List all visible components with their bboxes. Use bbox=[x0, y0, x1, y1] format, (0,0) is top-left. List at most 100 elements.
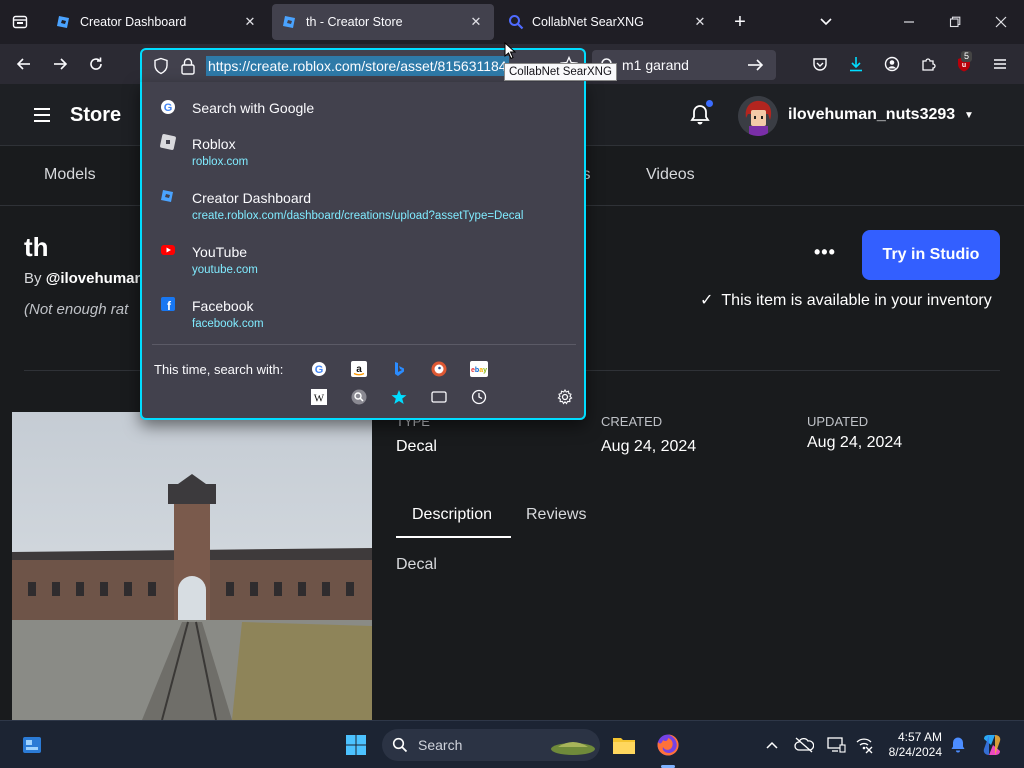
avatar[interactable] bbox=[738, 96, 778, 136]
suggestion-title: Roblox bbox=[192, 136, 236, 152]
show-hidden-icons-chevron-icon[interactable] bbox=[758, 731, 786, 759]
suggestion-roblox[interactable]: Roblox roblox.com bbox=[142, 132, 584, 176]
suggestion-search-google[interactable]: G Search with Google bbox=[142, 96, 584, 120]
suggestion-url: youtube.com bbox=[192, 264, 258, 276]
close-window-icon[interactable] bbox=[978, 0, 1024, 44]
asset-rating: (Not enough rat bbox=[24, 301, 129, 318]
more-options-icon[interactable]: ••• bbox=[814, 242, 836, 263]
roblox-studio-icon bbox=[57, 16, 69, 28]
list-all-tabs-icon[interactable] bbox=[814, 10, 838, 34]
page-title[interactable]: Store bbox=[70, 104, 121, 127]
account-icon[interactable] bbox=[878, 50, 906, 78]
suggestion-title: YouTube bbox=[192, 244, 248, 260]
checkmark-icon: ✓ bbox=[700, 292, 714, 309]
firefox-view-icon[interactable] bbox=[6, 8, 34, 36]
copilot-icon[interactable] bbox=[978, 731, 1006, 759]
close-tab-icon[interactable]: ✕ bbox=[692, 14, 708, 30]
inventory-note: ✓ This item is available in your inventor… bbox=[700, 290, 992, 310]
roblox-studio-icon bbox=[283, 16, 295, 28]
store-menu-icon[interactable] bbox=[34, 108, 50, 122]
taskbar-search-placeholder: Search bbox=[418, 737, 463, 753]
search-settings-gear-icon[interactable] bbox=[556, 388, 574, 406]
engine-ebay-icon[interactable]: ebay bbox=[470, 360, 488, 378]
lock-icon[interactable] bbox=[180, 57, 196, 75]
back-icon[interactable] bbox=[10, 50, 38, 78]
mouse-cursor-icon bbox=[504, 42, 516, 60]
created-value: Aug 24, 2024 bbox=[601, 438, 697, 455]
engine-bing-icon[interactable] bbox=[390, 360, 408, 378]
engine-history-icon[interactable] bbox=[470, 388, 488, 406]
restore-icon[interactable] bbox=[932, 0, 978, 44]
notification-bell-icon[interactable] bbox=[944, 731, 972, 759]
start-windows-icon[interactable] bbox=[342, 731, 370, 759]
type-value: Decal bbox=[396, 438, 437, 455]
creator-link[interactable]: @ilovehuman bbox=[46, 270, 144, 287]
searxng-icon bbox=[509, 15, 524, 30]
category-videos[interactable]: Videos bbox=[646, 166, 695, 184]
display-icon[interactable] bbox=[822, 731, 850, 759]
tab-searxng[interactable]: CollabNet SearXNG ✕ bbox=[498, 4, 718, 40]
close-tab-icon[interactable]: ✕ bbox=[242, 14, 258, 30]
extensions-icon[interactable] bbox=[914, 50, 942, 78]
asset-creator: By @ilovehuman bbox=[24, 270, 144, 287]
asset-thumbnail[interactable] bbox=[12, 412, 372, 720]
asset-title: th bbox=[24, 232, 49, 262]
google-icon: G bbox=[161, 100, 175, 114]
search-icon bbox=[392, 737, 408, 753]
widgets-icon[interactable] bbox=[18, 731, 46, 759]
tab-title: Creator Dashboard bbox=[80, 15, 187, 29]
tab-title: th - Creator Store bbox=[306, 15, 403, 29]
clock[interactable]: 4:57 AM 8/24/2024 bbox=[886, 730, 942, 760]
suggestion-facebook[interactable]: f Facebook facebook.com bbox=[142, 294, 584, 338]
username[interactable]: ilovehuman_nuts3293 bbox=[788, 106, 955, 124]
engine-searxng-icon[interactable] bbox=[350, 388, 368, 406]
onedrive-offline-icon[interactable] bbox=[790, 731, 818, 759]
reload-icon[interactable] bbox=[82, 50, 110, 78]
tab-bar: Creator Dashboard ✕ th - Creator Store ✕… bbox=[0, 0, 1024, 44]
facebook-icon: f bbox=[161, 297, 175, 312]
minimize-icon[interactable] bbox=[886, 0, 932, 44]
tab-description[interactable]: Description bbox=[412, 506, 492, 524]
notifications-bell-icon[interactable] bbox=[690, 104, 710, 126]
engine-amazon-icon[interactable]: a bbox=[350, 360, 368, 378]
engine-duckduckgo-icon[interactable] bbox=[430, 360, 448, 378]
pocket-icon[interactable] bbox=[806, 50, 834, 78]
suggestion-youtube[interactable]: YouTube youtube.com bbox=[142, 240, 584, 284]
svg-text:u: u bbox=[962, 62, 966, 69]
taskbar-search[interactable]: Search bbox=[382, 729, 600, 761]
youtube-icon bbox=[161, 245, 175, 255]
new-tab-icon[interactable]: + bbox=[728, 10, 752, 34]
suggestion-url: roblox.com bbox=[192, 156, 249, 168]
engine-bookmarks-icon[interactable] bbox=[390, 388, 408, 406]
search-bar[interactable]: m1 garand bbox=[592, 50, 776, 80]
close-tab-icon[interactable]: ✕ bbox=[468, 14, 484, 30]
downloads-icon[interactable] bbox=[842, 50, 870, 78]
suggestion-url: create.roblox.com/dashboard/creations/up… bbox=[192, 210, 524, 222]
tab-reviews[interactable]: Reviews bbox=[526, 506, 586, 524]
search-input[interactable]: m1 garand bbox=[622, 57, 689, 73]
url-suggestions-dropdown: G Search with Google Roblox roblox.com C… bbox=[140, 82, 586, 420]
menu-hamburger-icon[interactable] bbox=[986, 50, 1014, 78]
forward-icon[interactable] bbox=[46, 50, 74, 78]
engine-google-icon[interactable]: G bbox=[310, 360, 328, 378]
url-text[interactable]: https://create.roblox.com/store/asset/81… bbox=[206, 56, 509, 76]
suggestion-url: facebook.com bbox=[192, 318, 264, 330]
tracking-protection-shield-icon[interactable] bbox=[152, 57, 170, 75]
suggestion-title: Facebook bbox=[192, 298, 254, 314]
engine-wikipedia-icon[interactable]: W bbox=[310, 388, 328, 406]
try-in-studio-button[interactable]: Try in Studio bbox=[862, 230, 1000, 280]
network-icon[interactable] bbox=[850, 731, 878, 759]
suggestion-title: Creator Dashboard bbox=[192, 190, 312, 206]
divider bbox=[152, 344, 576, 345]
file-explorer-icon[interactable] bbox=[610, 731, 638, 759]
firefox-icon[interactable] bbox=[654, 731, 682, 759]
category-models[interactable]: Models bbox=[44, 166, 96, 184]
active-tab-indicator bbox=[396, 536, 511, 538]
engine-tabs-icon[interactable] bbox=[430, 388, 448, 406]
extension-badge-count: 5 bbox=[961, 51, 973, 62]
suggestion-creator-dashboard[interactable]: Creator Dashboard create.roblox.com/dash… bbox=[142, 186, 584, 230]
user-menu-caret-icon[interactable]: ▼ bbox=[964, 110, 974, 121]
tab-creator-store[interactable]: th - Creator Store ✕ bbox=[272, 4, 494, 40]
search-go-arrow-icon[interactable] bbox=[746, 56, 764, 74]
tab-creator-dashboard[interactable]: Creator Dashboard ✕ bbox=[46, 4, 268, 40]
